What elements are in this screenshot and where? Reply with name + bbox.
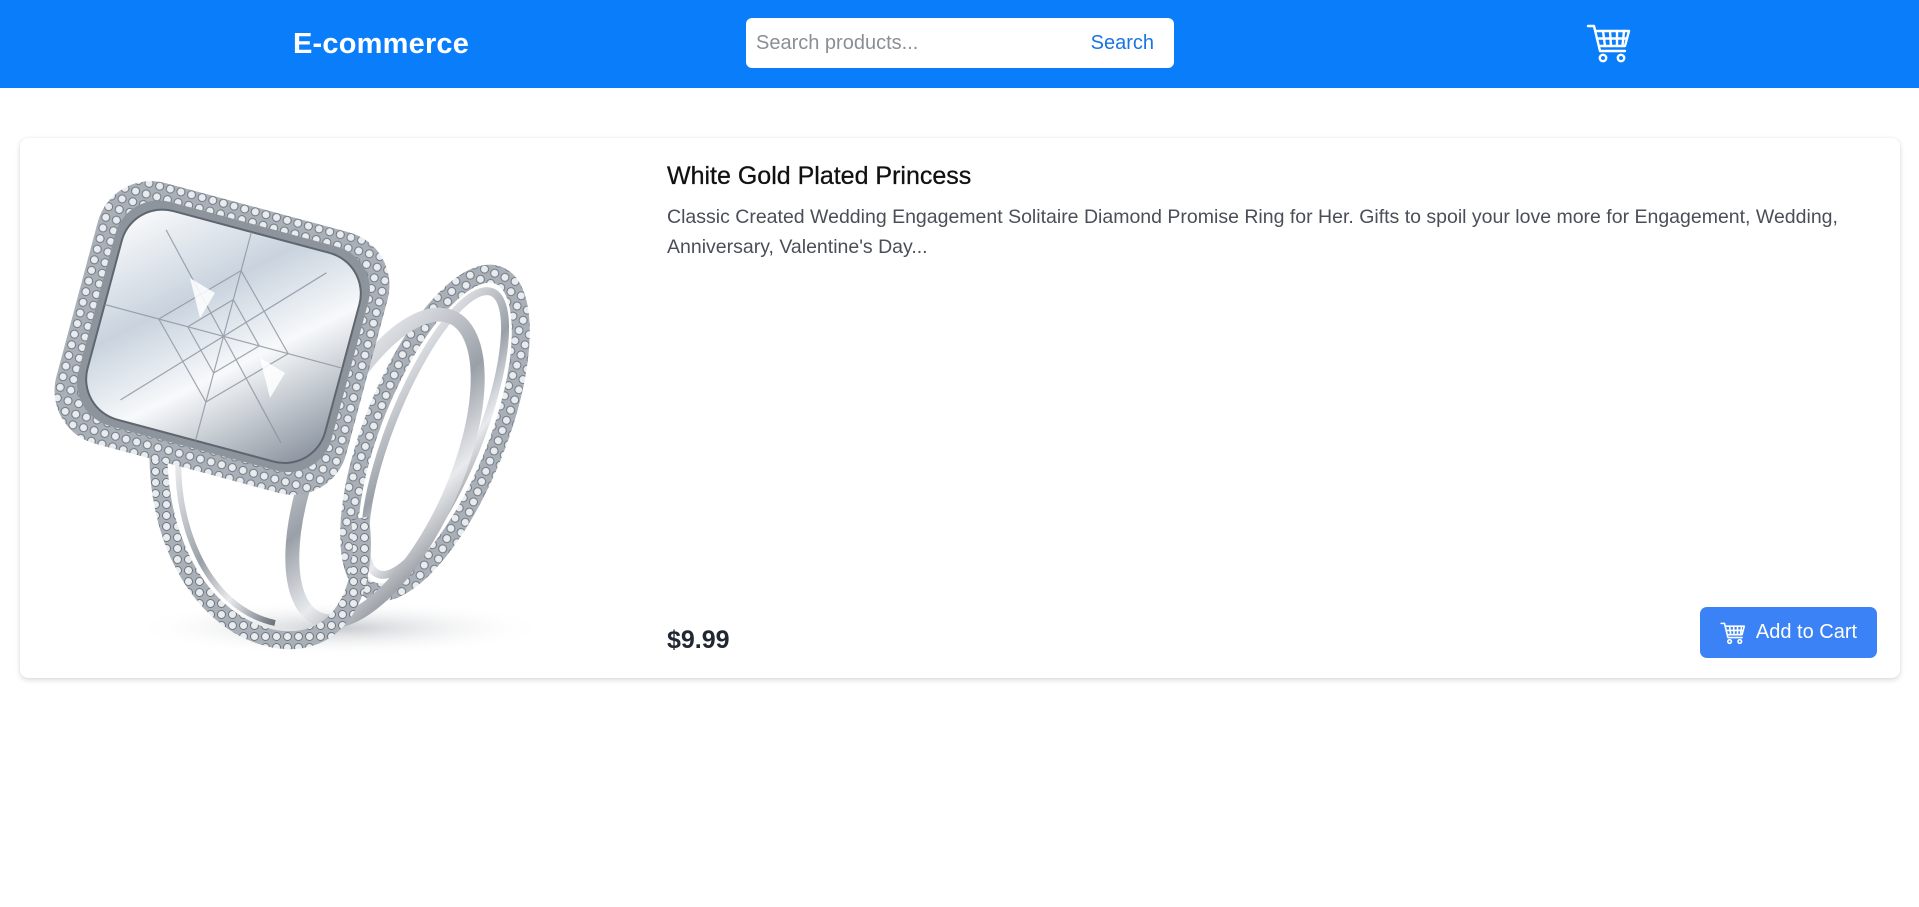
search-form: Search — [746, 18, 1174, 68]
product-title[interactable]: White Gold Plated Princess — [667, 158, 972, 194]
cart-icon — [1586, 24, 1631, 63]
product-details: White Gold Plated Princess Classic Creat… — [667, 158, 1877, 658]
add-to-cart-label: Add to Cart — [1755, 621, 1858, 643]
product-image[interactable] — [40, 158, 560, 658]
product-card: White Gold Plated Princess Classic Creat… — [20, 138, 1900, 678]
search-button[interactable]: Search — [1081, 23, 1164, 63]
cart-button[interactable] — [1586, 20, 1632, 66]
cart-icon — [1720, 620, 1746, 646]
product-description: Classic Created Wedding Engagement Solit… — [667, 206, 1838, 258]
product-price: $9.99 — [667, 626, 730, 654]
brand-logo[interactable]: E-commerce — [293, 25, 469, 63]
add-to-cart-button[interactable]: Add to Cart — [1700, 607, 1877, 658]
ring-image — [54, 181, 550, 656]
top-navbar: E-commerce Search — [0, 0, 1919, 88]
search-input[interactable] — [754, 23, 1074, 63]
